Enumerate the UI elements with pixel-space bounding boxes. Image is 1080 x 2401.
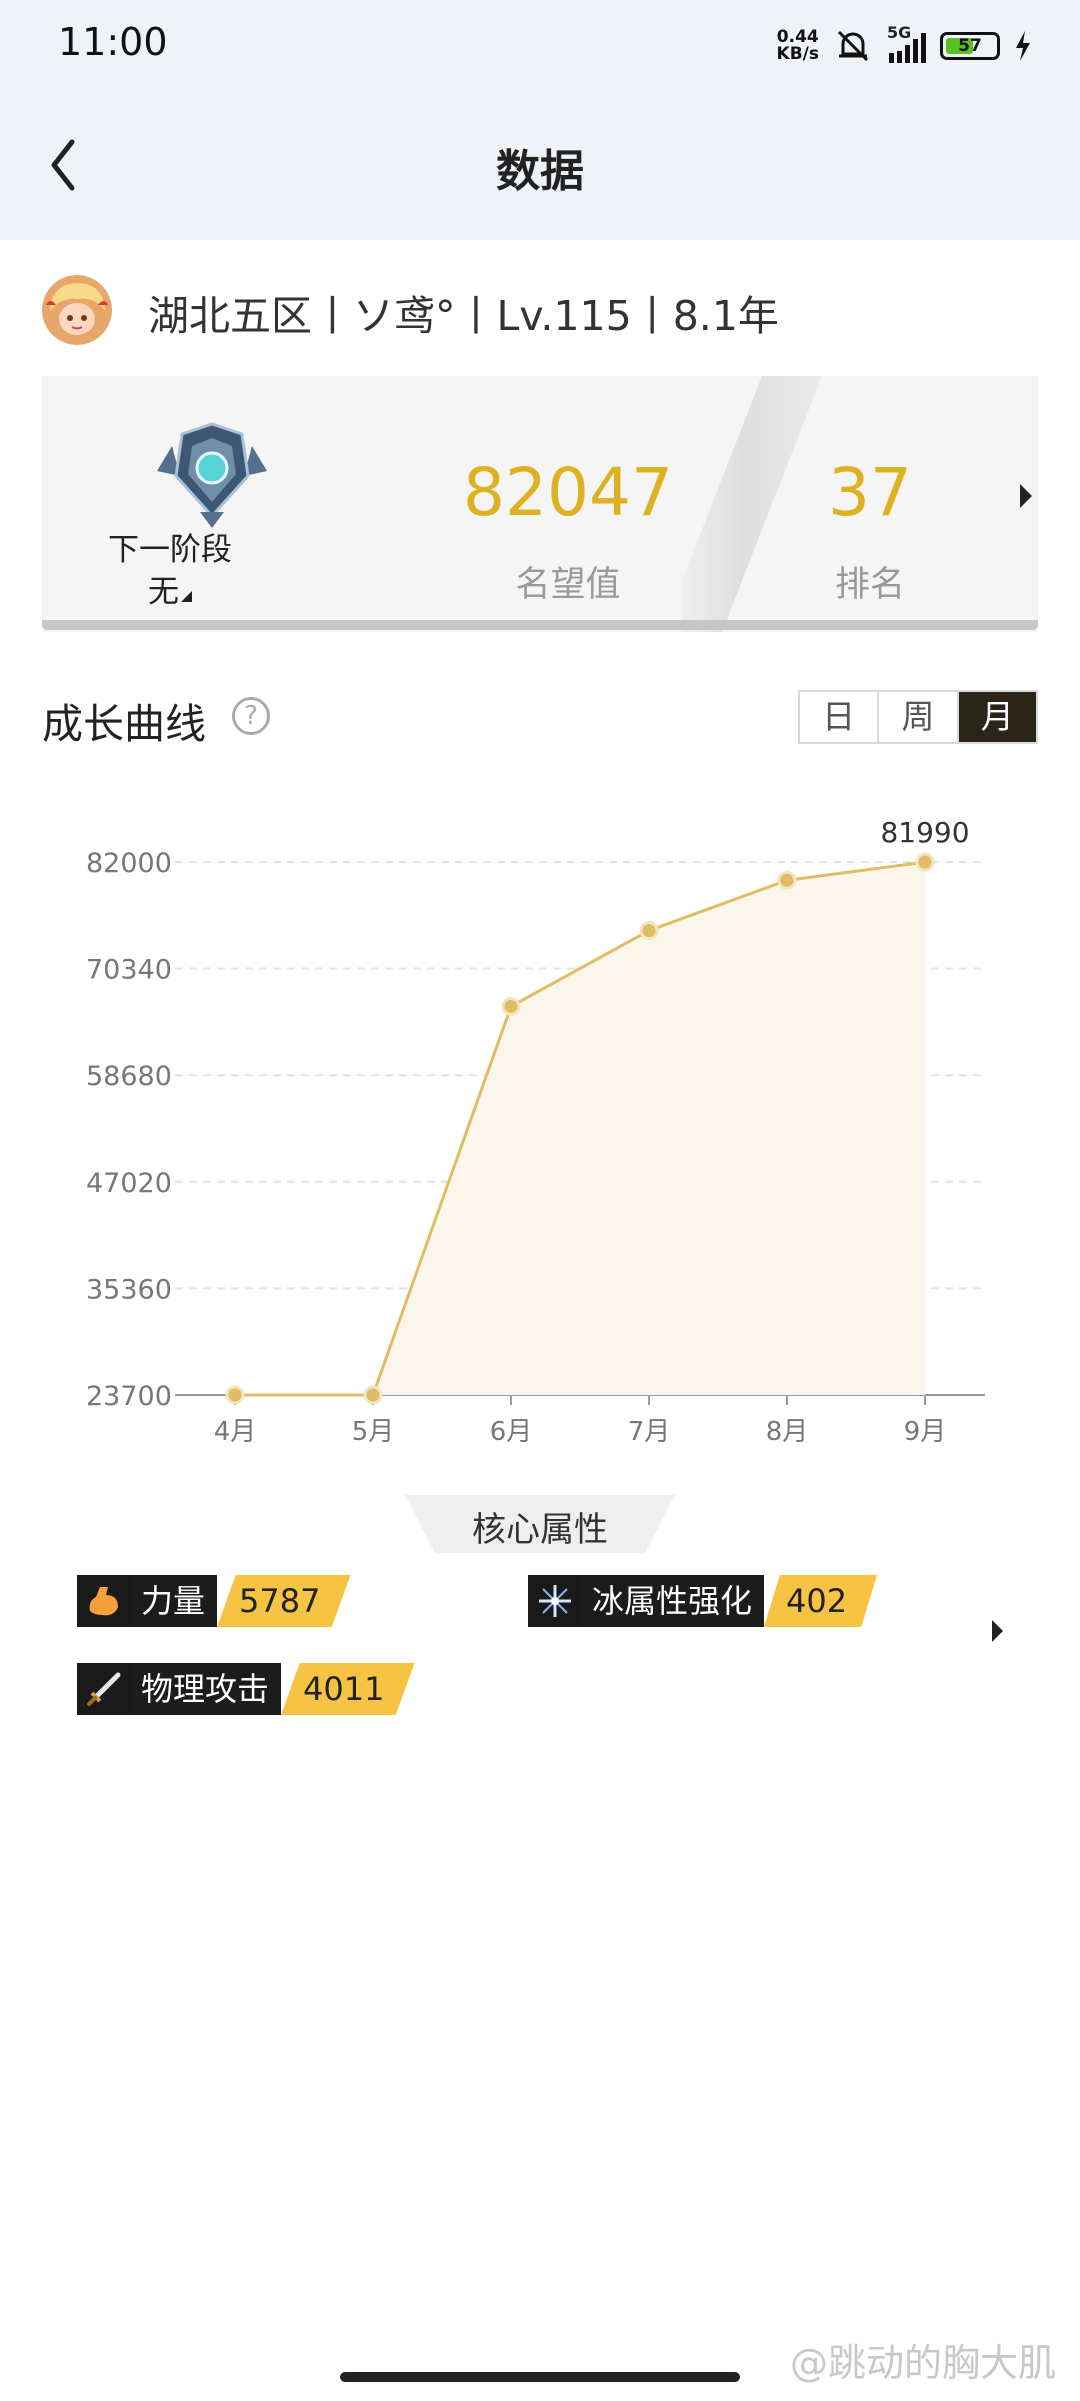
attribute-name: 力量 [131, 1575, 218, 1627]
help-icon[interactable]: ? [232, 697, 270, 735]
data-point [363, 1385, 383, 1405]
rank-badge-icon [157, 422, 267, 528]
attribute-name: 物理攻击 [131, 1663, 282, 1715]
period-day-button[interactable]: 日 [800, 692, 880, 742]
area-fill [235, 862, 925, 1395]
caret-right-icon[interactable] [992, 1620, 1003, 1642]
profile-row: 湖北五区丨ソ鸢°丨Lv.115丨8.1年 [0, 270, 1080, 350]
page-title: 数据 [496, 146, 584, 197]
x-tick-label: 6月 [490, 1417, 533, 1447]
attribute-ice-enhancement: 冰属性强化 402 [528, 1575, 878, 1627]
rank-value: 37 [828, 454, 912, 531]
attribute-strength: 力量 5787 [77, 1575, 351, 1627]
rank-card-bottom-bar [42, 620, 1038, 630]
battery-level: 57 [958, 36, 982, 56]
home-indicator[interactable] [340, 2372, 740, 2382]
status-time: 11:00 [58, 20, 168, 64]
battery-icon: 57 [940, 32, 1000, 60]
status-icons: 0.44 KB/s 5G 57 [776, 23, 1032, 66]
profile-info: 湖北五区丨ソ鸢°丨Lv.115丨8.1年 [148, 292, 779, 340]
y-tick-label: 58680 [86, 1061, 172, 1092]
core-attributes-title: 核心属性 [472, 1510, 608, 1550]
flexed-arm-icon [77, 1575, 131, 1627]
period-week-button[interactable]: 周 [879, 692, 959, 742]
data-label: 81990 [880, 816, 969, 849]
ice-crystal-icon [528, 1575, 582, 1627]
signal-icon: 5G [887, 23, 926, 63]
data-point [777, 870, 797, 890]
x-tick-label: 4月 [214, 1417, 257, 1447]
x-tick-label: 8月 [766, 1417, 809, 1447]
y-tick-label: 23700 [86, 1381, 172, 1412]
mute-bell-icon [837, 30, 869, 62]
period-month-button[interactable]: 月 [958, 692, 1036, 742]
data-point [915, 852, 935, 872]
attribute-name: 冰属性强化 [582, 1575, 765, 1627]
reputation-label: 名望值 [515, 565, 621, 605]
attribute-value: 5787 [239, 1582, 321, 1620]
watermark: @跳动的胸大肌 [789, 2341, 1056, 2385]
rank-card[interactable]: 下一阶段 无 82047 名望值 37 排名 [42, 376, 1038, 632]
dropdown-corner-icon [181, 591, 192, 602]
network-speed: 0.44 KB/s [776, 27, 819, 64]
y-tick-label: 70340 [86, 955, 172, 986]
next-stage-value: 无 [80, 566, 260, 611]
reputation-value: 82047 [463, 454, 673, 531]
y-tick-label: 47020 [86, 1168, 172, 1199]
data-point [501, 996, 521, 1016]
avatar[interactable] [42, 275, 112, 345]
period-selector: 日 周 月 [798, 690, 1038, 744]
y-tick-label: 35360 [86, 1274, 172, 1305]
growth-curve-title: 成长曲线 [42, 700, 206, 748]
x-tick-label: 9月 [904, 1417, 947, 1447]
status-bar: 11:00 0.44 KB/s 5G 57 [0, 0, 1080, 90]
attribute-physical-attack: 物理攻击 4011 [77, 1663, 415, 1715]
x-tick-label: 7月 [628, 1417, 671, 1447]
sword-icon [77, 1663, 131, 1715]
signal-type: 5G [887, 23, 912, 42]
data-point [639, 921, 659, 941]
next-stage-label: 下一阶段 [108, 532, 232, 568]
attribute-value: 4011 [303, 1670, 385, 1708]
attribute-value: 402 [786, 1582, 848, 1620]
x-tick-label: 5月 [352, 1417, 395, 1447]
data-point [225, 1385, 245, 1405]
nav-bar: 数据 [0, 90, 1080, 240]
growth-chart: 82000 70340 58680 47020 35360 23700 4月 5月 6月 7月 8月… [86, 816, 985, 1447]
charging-icon [1016, 31, 1030, 61]
caret-right-icon[interactable] [1020, 484, 1032, 508]
rank-label: 排名 [834, 565, 905, 605]
y-tick-label: 82000 [86, 848, 172, 879]
